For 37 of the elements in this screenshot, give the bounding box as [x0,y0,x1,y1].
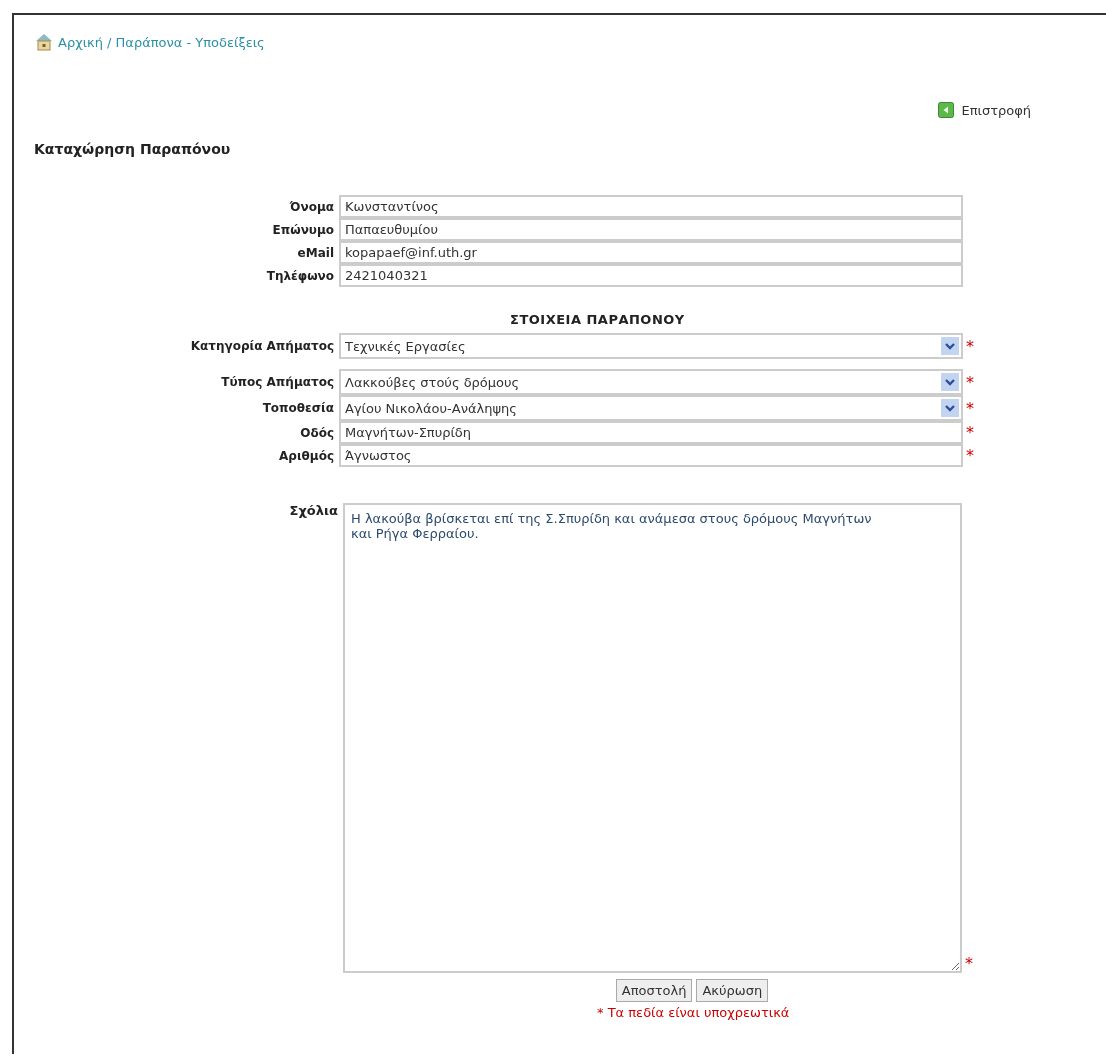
dropdown[interactable]: Αγίου Νικολάου-Ανάληψης [339,395,963,421]
field-label: Τοποθεσία [261,401,335,415]
text-field[interactable]: kopapaef@inf.uth.gr [339,241,963,264]
required-mark: * [964,954,974,973]
comments-textarea[interactable]: Η λακούβα βρίσκεται επί της Σ.Σπυρίδη και ανάμεσα στους δρόμους Μαγνήτων και Ρήγα Φερραίου. [343,503,962,973]
text-field[interactable]: 2421040321 [339,264,963,287]
form-button[interactable]: Αποστολή [615,979,693,1002]
field-label: Οδός [299,425,335,440]
form-button[interactable]: Ακύρωση [696,979,769,1002]
chevron-down-icon [941,373,959,391]
field-label: Όνομα [288,199,335,214]
field-label: Τύπος Απήματος [220,375,335,389]
breadcrumb-link[interactable]: Αρχική / Παράπονα - Υποδείξεις [58,34,265,50]
house-icon [34,32,54,52]
back-link[interactable]: Επιστροφή [961,102,1031,118]
text-field[interactable]: Μαγνήτων-Σπυρίδη [339,421,963,444]
required-mark: * [965,398,975,418]
required-mark: * [965,372,975,392]
chevron-down-icon [941,399,959,417]
text-field[interactable]: Άγνωστος [339,444,963,467]
section-title: ΣΤΟΙΧΕΙΑ ΠΑΡΑΠΟΝΟΥ [510,312,686,327]
field-label: Τηλέφωνο [265,268,335,283]
field-label: Αριθμός [278,448,335,463]
required-mark: * [965,336,975,356]
field-label: Κατηγορία Απήματος [189,339,335,353]
text-field[interactable]: Κωνσταντίνος [339,195,963,218]
required-mark: * [965,446,975,465]
field-label: Σχόλια [288,503,339,518]
dropdown[interactable]: Τεχνικές Εργασίες [339,333,963,359]
dropdown[interactable]: Λακκούβες στούς δρόμους [339,369,963,395]
required-mark: * [965,423,975,442]
form-heading: Καταχώρηση Παραπόνου [34,141,232,157]
required-note: * Τα πεδία είναι υποχρεωτικά [597,1005,791,1020]
chevron-down-icon [941,337,959,355]
field-label: eMail [296,245,335,260]
text-field[interactable]: Παπαευθυμίου [339,218,963,241]
field-label: Επώνυμο [271,222,335,237]
